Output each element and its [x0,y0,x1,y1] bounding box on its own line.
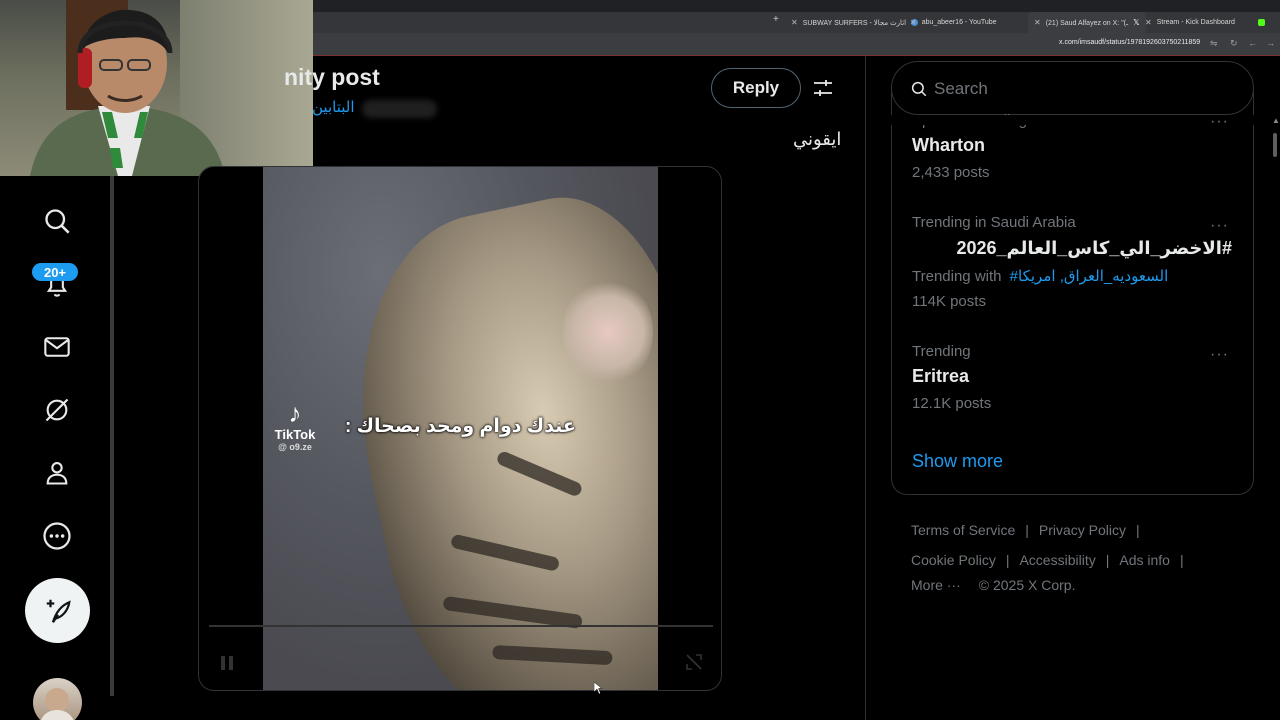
back-icon[interactable]: ← [1248,38,1257,48]
reload-icon[interactable]: ↻ [1230,38,1238,49]
trend-count: 12.1K posts [912,395,992,412]
trend-category: Trending in Saudi Arabia [912,214,1076,231]
video-progress-bar[interactable] [209,625,713,627]
mail-icon [44,337,70,357]
kick-icon [1257,19,1265,26]
nav-messages[interactable] [36,326,78,368]
trend-more-icon[interactable]: ··· [1210,346,1229,364]
trend-count: 114K posts [912,293,986,310]
ads-info-link[interactable]: Ads info [1119,552,1170,568]
main-column: nity post البتابين Reply ايقوني ♪ TikTok… [117,56,865,720]
search-icon [911,81,927,97]
trend-category: Trending [912,343,971,360]
reply-button[interactable]: Reply [711,68,801,108]
column-divider [865,56,866,720]
more-circle-icon [43,522,71,550]
close-icon[interactable]: ✕ [1145,18,1152,27]
video-player[interactable]: ♪ TikTok @ o9.ze عندك دوام ومحد بصحاك : [198,166,722,691]
tab-x-post[interactable]: ✕ (21) Saud Alfayez on X: "(ـ 𝕏 [1028,12,1146,33]
browser-chrome: + ✕ SUBWAY SURFERS - اثارث مجالا ✕ abu_a… [313,0,1280,56]
video-caption: عندك دوام ومحد بصحاك : [345,416,576,437]
feather-plus-icon [46,599,71,623]
trending-with: Trending with #السعوديه_العراق, امريكا [912,268,1169,285]
tab-subway-surfers[interactable]: ✕ SUBWAY SURFERS - اثارث مجالا [791,15,919,30]
privacy-link[interactable]: Privacy Policy [1039,522,1126,538]
trend-more-icon[interactable]: ··· [1210,217,1229,235]
page-title: nity post [284,64,380,90]
fullscreen-icon[interactable] [685,653,703,671]
forward-icon[interactable]: → [1266,38,1275,48]
footer-row-3: More ··· © 2025 X Corp. [911,577,1075,593]
page-scrollbar[interactable] [1273,133,1277,157]
more-link[interactable]: More ··· [911,577,961,593]
avatar-image [41,688,74,720]
tiktok-watermark: ♪ TikTok @ o9.ze [269,399,321,452]
search-backdrop [891,115,1254,125]
nav-explore[interactable] [36,200,78,242]
terms-link[interactable]: Terms of Service [911,522,1015,538]
trend-more-icon[interactable]: ··· [1210,113,1229,131]
tab-strip: + ✕ SUBWAY SURFERS - اثارث مجالا ✕ abu_a… [313,12,1280,33]
trending-with-links[interactable]: #السعوديه_العراق, امريكا [1010,268,1169,285]
x-logo-icon: 𝕏 [1133,18,1140,27]
nav-more[interactable] [36,515,78,557]
copyright: © 2025 X Corp. [978,577,1076,593]
url-text: x.com/imsaudf/status/1978192603750211859 [1059,39,1201,46]
pause-icon[interactable] [217,653,237,673]
nav-scrollbar[interactable] [110,176,114,696]
post-subtitle[interactable]: البتابين [312,98,354,116]
nav-profile[interactable] [36,452,78,494]
blurred-element [362,100,437,118]
video-frame[interactable]: ♪ TikTok @ o9.ze عندك دوام ومحد بصحاك : [263,167,658,690]
scroll-up-icon[interactable]: ▲ [1272,116,1280,125]
new-tab-button[interactable]: + [773,14,779,25]
search-input[interactable]: Search [891,61,1254,115]
footer-row-1: Terms of Service | Privacy Policy | [911,522,1140,538]
grok-icon [45,398,69,422]
close-icon[interactable]: ✕ [910,18,917,27]
nav-grok[interactable] [36,389,78,431]
close-icon[interactable]: ✕ [1034,18,1041,27]
trend-count: 2,433 posts [912,164,990,181]
person-icon [46,462,68,485]
account-avatar[interactable] [33,678,82,720]
footer-row-2: Cookie Policy | Accessibility | Ads info | [911,552,1184,568]
trend-item-saudi[interactable]: #الاخضر_الي_كاس_العالم_2026 [935,238,1232,259]
tab-kick-dashboard[interactable]: ✕ Stream - Kick Dashboard [1145,15,1265,30]
notifications-badge: 20+ [32,263,78,281]
address-bar[interactable]: x.com/imsaudf/status/1978192603750211859… [313,33,1280,55]
close-icon[interactable]: ✕ [791,18,798,27]
filter-settings-icon[interactable] [811,76,835,100]
mouse-cursor-icon [594,682,602,694]
show-more-link[interactable]: Show more [912,451,1003,472]
site-settings-icon[interactable]: ⇋ [1210,38,1218,49]
trend-item-wharton[interactable]: Wharton [912,135,985,156]
cat-ear-image [563,277,653,387]
post-text: ايقوني [793,129,842,149]
trend-item-eritrea[interactable]: Eritrea [912,366,969,387]
accessibility-link[interactable]: Accessibility [1019,552,1095,568]
cookie-link[interactable]: Cookie Policy [911,552,996,568]
search-icon [45,209,70,234]
tiktok-logo-icon: ♪ [288,398,302,428]
compose-post-button[interactable] [25,578,90,643]
